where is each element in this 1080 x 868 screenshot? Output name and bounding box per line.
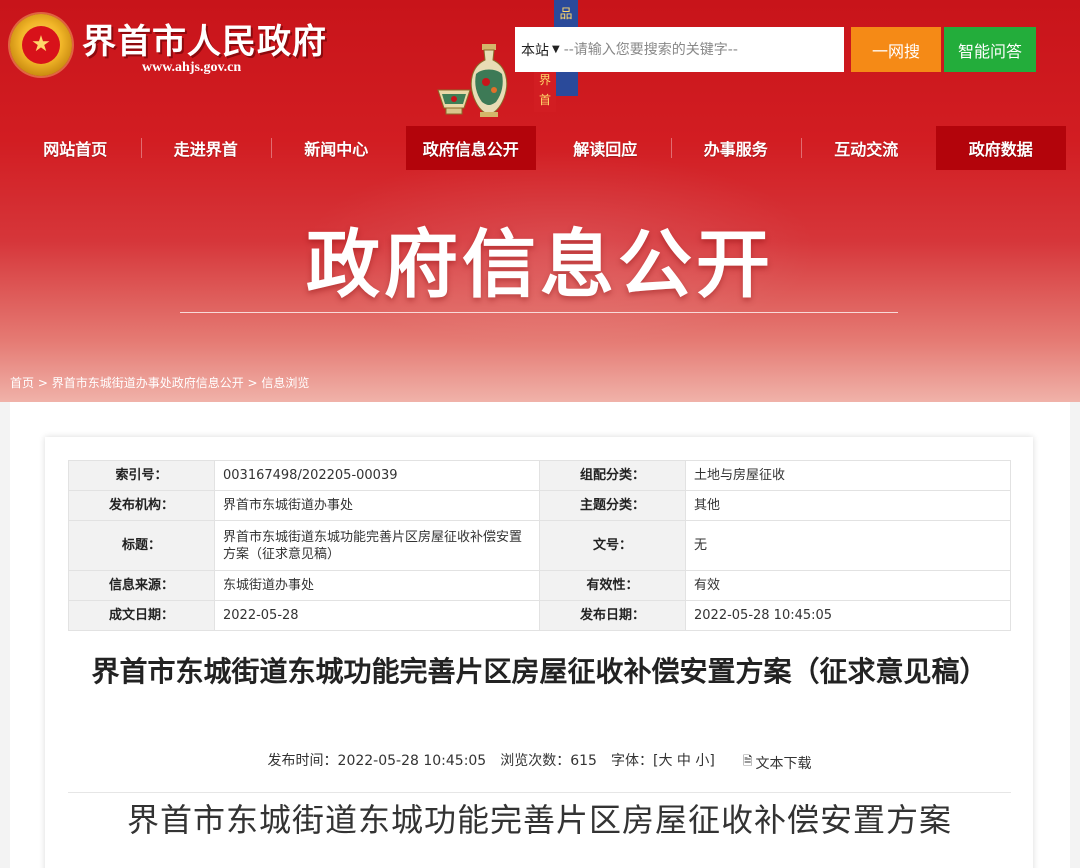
svg-text:首: 首 — [539, 93, 551, 107]
download-label: 文本下载 — [755, 755, 812, 772]
docno-value: 无 — [685, 520, 1011, 571]
font-small-link[interactable]: 小 — [695, 753, 709, 769]
font-medium-link[interactable]: 中 — [677, 753, 691, 769]
source-label: 信息来源： — [68, 570, 215, 601]
nav-item-home[interactable]: 网站首页 — [10, 124, 141, 172]
info-meta-table: 索引号： 003167498/202205-00039 组配分类： 土地与房屋征… — [68, 460, 1011, 631]
article-title: 界首市东城街道东城功能完善片区房屋征收补偿安置方案（征求意见稿） — [91, 655, 988, 688]
article-divider — [68, 792, 1011, 793]
svg-text:界: 界 — [539, 73, 551, 87]
table-row: 成文日期： 2022-05-28 发布日期： 2022-05-28 10:45:… — [68, 600, 1011, 631]
validity-value: 有效 — [685, 570, 1011, 601]
published-date-value: 2022-05-28 10:45:05 — [685, 600, 1011, 631]
banner-divider — [180, 312, 898, 313]
index-label: 索引号： — [68, 460, 215, 491]
topic-value: 其他 — [685, 490, 1011, 521]
nav-item-gov-data[interactable]: 政府数据 — [935, 126, 1066, 170]
breadcrumb: 首页 > 界首市东城街道办事处政府信息公开 > 信息浏览 — [10, 374, 309, 391]
font-size-close: ] — [709, 753, 715, 769]
banner-heading: 政府信息公开 — [306, 222, 774, 308]
table-row: 标题： 界首市东城街道东城功能完善片区房屋征收补偿安置方案（征求意见稿） 文号：… — [68, 520, 1011, 571]
header-banner: ★ 界首市人民政府 www.ahjs.gov.cn 品 界 首 本站 ▼ 一网搜… — [0, 0, 1080, 402]
main-nav: 网站首页 走进界首 新闻中心 政府信息公开 解读回应 办事服务 互动交流 政府数… — [10, 124, 1070, 172]
category-label: 组配分类： — [539, 460, 686, 491]
publish-time: 发布时间：2022-05-28 10:45:05 — [267, 753, 487, 769]
smart-qa-button[interactable]: 智能问答 — [944, 27, 1036, 72]
nav-item-interaction[interactable]: 互动交流 — [801, 124, 932, 172]
article-meta: 发布时间：2022-05-28 10:45:05 浏览次数：615 字体：[大 中 … — [68, 750, 1011, 773]
emblem-star-icon: ★ — [22, 26, 60, 64]
publisher-label: 发布机构： — [68, 490, 215, 521]
breadcrumb-section-link[interactable]: 界首市东城街道办事处政府信息公开 — [52, 376, 244, 390]
document-icon: 🗎 — [742, 754, 753, 768]
nav-item-info-disclosure[interactable]: 政府信息公开 — [405, 126, 536, 170]
search-button[interactable]: 一网搜 — [851, 27, 941, 72]
svg-text:品: 品 — [559, 7, 572, 22]
nav-item-interpretation[interactable]: 解读回应 — [540, 124, 671, 172]
article-body-heading: 界首市东城街道东城功能完善片区房屋征收补偿安置方案 — [126, 801, 952, 839]
docno-label: 文号： — [539, 520, 686, 571]
porcelain-vase-icon — [470, 44, 508, 117]
index-value: 003167498/202205-00039 — [214, 460, 540, 491]
search-scope-select[interactable]: 本站 ▼ — [515, 40, 564, 60]
created-date-value: 2022-05-28 — [214, 600, 540, 631]
nav-item-services[interactable]: 办事服务 — [670, 124, 802, 172]
font-large-link[interactable]: 大 — [658, 753, 672, 769]
font-size-label: 字体：[ — [610, 753, 659, 769]
chevron-down-icon: ▼ — [552, 44, 560, 55]
breadcrumb-current[interactable]: 信息浏览 — [261, 376, 309, 390]
view-count: 浏览次数：615 — [500, 753, 597, 769]
table-row: 发布机构： 界首市东城街道办事处 主题分类： 其他 — [68, 490, 1011, 521]
published-date-label: 发布日期： — [539, 600, 686, 631]
table-row: 信息来源： 东城街道办事处 有效性： 有效 — [68, 570, 1011, 601]
search-input[interactable] — [563, 27, 844, 72]
search-scope-label: 本站 — [521, 42, 549, 59]
topic-label: 主题分类： — [539, 490, 686, 521]
breadcrumb-home-link[interactable]: 首页 — [10, 376, 34, 390]
source-value: 东城街道办事处 — [214, 570, 540, 601]
site-title[interactable]: 界首市人民政府 — [82, 14, 327, 63]
search-bar: 本站 ▼ — [515, 27, 844, 72]
download-text-link[interactable]: 🗎 文本下载 — [743, 752, 812, 773]
publisher-value: 界首市东城街道办事处 — [214, 490, 540, 521]
breadcrumb-separator: > — [243, 376, 262, 390]
national-emblem-icon[interactable]: ★ — [10, 14, 72, 76]
table-row: 索引号： 003167498/202205-00039 组配分类： 土地与房屋征… — [68, 460, 1011, 491]
validity-label: 有效性： — [539, 570, 686, 601]
created-date-label: 成文日期： — [68, 600, 215, 631]
breadcrumb-separator: > — [34, 376, 52, 390]
nav-item-news[interactable]: 新闻中心 — [271, 124, 402, 172]
site-url: www.ahjs.gov.cn — [142, 60, 242, 75]
category-value: 土地与房屋征收 — [685, 460, 1011, 491]
title-value: 界首市东城街道东城功能完善片区房屋征收补偿安置方案（征求意见稿） — [214, 520, 540, 571]
nav-item-about[interactable]: 走进界首 — [140, 124, 272, 172]
title-label: 标题： — [68, 520, 215, 571]
